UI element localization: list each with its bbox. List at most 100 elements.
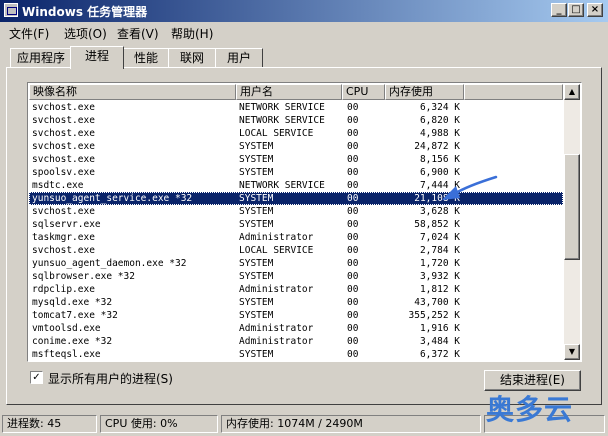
menu-view[interactable]: 查看(V) xyxy=(117,25,159,42)
cell-user-name: SYSTEM xyxy=(239,154,274,165)
table-row[interactable]: svchost.exe LOCAL SERVICE 00 2,784 K xyxy=(29,244,563,257)
cell-memory: 6,372 K xyxy=(419,349,460,360)
cell-cpu: 00 xyxy=(347,141,359,152)
table-row[interactable]: vmtoolsd.exe Administrator 00 1,916 K xyxy=(29,322,563,335)
cell-user-name: SYSTEM xyxy=(239,310,274,321)
menu-file[interactable]: 文件(F) xyxy=(9,25,49,42)
column-spare xyxy=(464,84,563,100)
table-row[interactable]: svchost.exe NETWORK SERVICE 00 6,820 K xyxy=(29,114,563,127)
cell-user-name: SYSTEM xyxy=(239,167,274,178)
column-memory[interactable]: 内存使用 xyxy=(385,84,464,100)
cell-cpu: 00 xyxy=(347,336,359,347)
cell-image-name: rdpclip.exe xyxy=(32,284,95,295)
cell-image-name: svchost.exe xyxy=(32,245,95,256)
cell-image-name: svchost.exe xyxy=(32,115,95,126)
cell-memory: 24,872 K xyxy=(414,141,460,152)
cell-memory: 4,988 K xyxy=(419,128,460,139)
cell-image-name: msdtc.exe xyxy=(32,180,84,191)
column-user-name[interactable]: 用户名 xyxy=(236,84,342,100)
cell-user-name: LOCAL SERVICE xyxy=(239,245,314,256)
table-row[interactable]: taskmgr.exe Administrator 00 7,024 K xyxy=(29,231,563,244)
tab-applications[interactable]: 应用程序 xyxy=(10,48,72,68)
tab-performance[interactable]: 性能 xyxy=(123,48,169,68)
status-memory-usage: 内存使用: 1074M / 2490M xyxy=(221,415,481,433)
minimize-button[interactable]: _ xyxy=(551,3,567,17)
annotation-arrow xyxy=(442,175,498,200)
cell-user-name: Administrator xyxy=(239,336,314,347)
cell-cpu: 00 xyxy=(347,128,359,139)
cell-image-name: taskmgr.exe xyxy=(32,232,95,243)
cell-cpu: 00 xyxy=(347,297,359,308)
show-all-users-label[interactable]: 显示所有用户的进程(S) xyxy=(48,370,173,387)
table-row[interactable]: msfteqsl.exe SYSTEM 00 6,372 K xyxy=(29,348,563,360)
tab-users[interactable]: 用户 xyxy=(215,48,263,68)
menu-options[interactable]: 选项(O) xyxy=(64,25,107,42)
column-image-name[interactable]: 映像名称 xyxy=(29,84,236,100)
status-process-count: 进程数: 45 xyxy=(2,415,97,433)
table-row[interactable]: sqlservr.exe SYSTEM 00 58,852 K xyxy=(29,218,563,231)
cell-cpu: 00 xyxy=(347,284,359,295)
tab-networking[interactable]: 联网 xyxy=(168,48,216,68)
table-row[interactable]: svchost.exe LOCAL SERVICE 00 4,988 K xyxy=(29,127,563,140)
cell-memory: 1,916 K xyxy=(419,323,460,334)
cell-user-name: SYSTEM xyxy=(239,219,274,230)
table-row[interactable]: mysqld.exe *32 SYSTEM 00 43,700 K xyxy=(29,296,563,309)
cell-cpu: 00 xyxy=(347,115,359,126)
cell-cpu: 00 xyxy=(347,310,359,321)
cell-memory: 6,820 K xyxy=(419,115,460,126)
cell-image-name: yunsuo_agent_service.exe *32 xyxy=(32,193,193,204)
table-row[interactable]: conime.exe *32 Administrator 00 3,484 K xyxy=(29,335,563,348)
cell-image-name: svchost.exe xyxy=(32,154,95,165)
table-row[interactable]: rdpclip.exe Administrator 00 1,812 K xyxy=(29,283,563,296)
table-row[interactable]: svchost.exe SYSTEM 00 24,872 K xyxy=(29,140,563,153)
cell-cpu: 00 xyxy=(347,219,359,230)
cell-image-name: svchost.exe xyxy=(32,206,95,217)
cell-image-name: msfteqsl.exe xyxy=(32,349,101,360)
cell-memory: 355,252 K xyxy=(408,310,460,321)
cell-memory: 2,784 K xyxy=(419,245,460,256)
cell-image-name: yunsuo_agent_daemon.exe *32 xyxy=(32,258,187,269)
vertical-scrollbar[interactable]: ▲ ▼ xyxy=(564,84,580,360)
window-title: Windows 任务管理器 xyxy=(22,5,148,19)
tab-processes[interactable]: 进程 xyxy=(70,46,124,69)
cell-memory: 7,024 K xyxy=(419,232,460,243)
cell-memory: 8,156 K xyxy=(419,154,460,165)
cell-memory: 1,720 K xyxy=(419,258,460,269)
table-row[interactable]: svchost.exe NETWORK SERVICE 00 6,324 K xyxy=(29,101,563,114)
maximize-button[interactable]: □ xyxy=(568,3,584,17)
table-row[interactable]: svchost.exe SYSTEM 00 3,628 K xyxy=(29,205,563,218)
cell-user-name: NETWORK SERVICE xyxy=(239,180,325,191)
cell-image-name: sqlservr.exe xyxy=(32,219,101,230)
cell-cpu: 00 xyxy=(347,271,359,282)
title-bar[interactable]: Windows 任务管理器 _ □ × xyxy=(0,0,608,22)
scroll-down-button[interactable]: ▼ xyxy=(564,344,580,360)
cell-cpu: 00 xyxy=(347,206,359,217)
table-row[interactable]: tomcat7.exe *32 SYSTEM 00 355,252 K xyxy=(29,309,563,322)
scroll-up-button[interactable]: ▲ xyxy=(564,84,580,100)
cell-memory: 58,852 K xyxy=(414,219,460,230)
cell-cpu: 00 xyxy=(347,154,359,165)
cell-image-name: mysqld.exe *32 xyxy=(32,297,113,308)
column-cpu[interactable]: CPU xyxy=(342,84,385,100)
close-button[interactable]: × xyxy=(587,3,603,17)
cell-cpu: 00 xyxy=(347,349,359,360)
task-manager-icon xyxy=(4,3,18,17)
process-list[interactable]: 映像名称 用户名 CPU 内存使用 svchost.exe NETWORK SER… xyxy=(27,82,582,362)
scroll-thumb[interactable] xyxy=(564,154,580,260)
cell-cpu: 00 xyxy=(347,193,359,204)
cell-cpu: 00 xyxy=(347,232,359,243)
cell-image-name: svchost.exe xyxy=(32,141,95,152)
show-all-users-checkbox[interactable]: ✓ xyxy=(30,371,43,384)
table-row[interactable]: sqlbrowser.exe *32 SYSTEM 00 3,932 K xyxy=(29,270,563,283)
menu-bar: 文件(F) 选项(O) 查看(V) 帮助(H) xyxy=(0,22,608,42)
watermark-logo: 奥多云 xyxy=(486,393,574,426)
cell-user-name: SYSTEM xyxy=(239,206,274,217)
cell-image-name: svchost.exe xyxy=(32,128,95,139)
menu-help[interactable]: 帮助(H) xyxy=(171,25,213,42)
table-row[interactable]: yunsuo_agent_daemon.exe *32 SYSTEM 00 1,720… xyxy=(29,257,563,270)
table-row[interactable]: svchost.exe SYSTEM 00 8,156 K xyxy=(29,153,563,166)
cell-cpu: 00 xyxy=(347,258,359,269)
cell-memory: 3,628 K xyxy=(419,206,460,217)
status-cpu-usage: CPU 使用: 0% xyxy=(100,415,218,433)
cell-user-name: Administrator xyxy=(239,284,314,295)
